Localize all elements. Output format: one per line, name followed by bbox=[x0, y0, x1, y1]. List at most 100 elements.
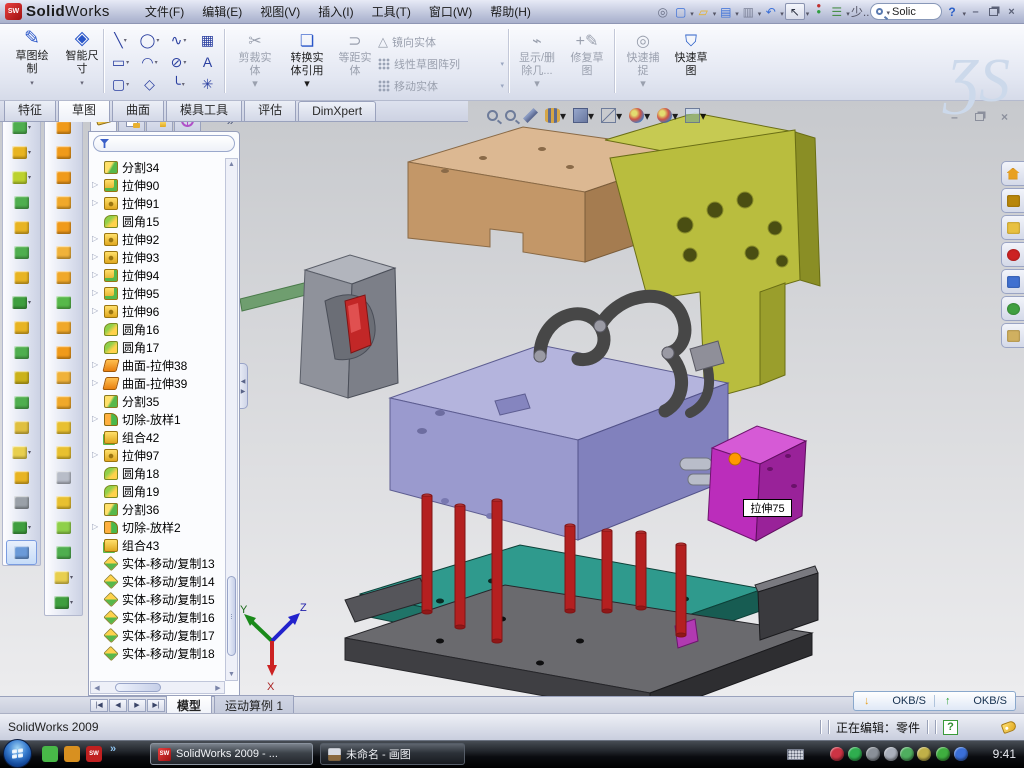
network-speed-widget[interactable]: ↓OKB/S ↑OKB/S bbox=[853, 691, 1016, 711]
menu-item[interactable]: 窗口(W) bbox=[420, 0, 481, 24]
expand-arrow[interactable]: ▷ bbox=[92, 270, 98, 279]
toolbar-button[interactable]: ▾ bbox=[3, 265, 40, 290]
task-button[interactable]: SWSolidWorks 2009 - ... bbox=[150, 743, 313, 765]
commandmanager-tab[interactable]: 模具工具 bbox=[166, 98, 242, 121]
caret[interactable]: ▾ bbox=[156, 37, 159, 44]
caret[interactable]: ▾ bbox=[28, 174, 31, 181]
solidworks-quicklaunch-icon[interactable]: SW bbox=[86, 746, 102, 762]
expand-arrow[interactable]: ▷ bbox=[92, 252, 98, 261]
toolbar-button[interactable]: ▾ bbox=[3, 515, 40, 540]
caret[interactable]: ▾ bbox=[126, 59, 129, 66]
expand-arrow[interactable]: ▷ bbox=[92, 198, 98, 207]
model-3d-view[interactable]: Y Z X bbox=[240, 101, 1024, 696]
display-style-icon[interactable] bbox=[573, 108, 588, 123]
tree-item[interactable]: ▷ 拉伸92 bbox=[91, 230, 225, 248]
scroll-up-arrow[interactable]: ▲ bbox=[226, 159, 237, 170]
toolbar-button[interactable]: ▾ bbox=[45, 140, 82, 165]
quick-launch-chevron[interactable]: » bbox=[110, 743, 116, 755]
tree-item[interactable]: ▷ 圆角16 bbox=[91, 320, 225, 338]
toolbar-button[interactable]: ▾ bbox=[3, 165, 40, 190]
tree-item[interactable]: ▷ 组合43 bbox=[91, 536, 225, 554]
expand-arrow[interactable]: ▷ bbox=[92, 360, 98, 369]
expand-arrow[interactable]: ▷ bbox=[92, 180, 98, 189]
sketch-entity-button[interactable]: ╰▾ bbox=[164, 73, 193, 95]
toolbar-button[interactable]: ▾ bbox=[3, 390, 40, 415]
toolbar-button[interactable]: ▾ bbox=[45, 215, 82, 240]
toolbar-button[interactable]: ▾ bbox=[3, 140, 40, 165]
expand-arrow[interactable]: ▷ bbox=[92, 288, 98, 297]
sketch-entity-button[interactable]: ◠▾ bbox=[135, 51, 164, 73]
expand-arrow[interactable]: ▷ bbox=[92, 378, 98, 387]
caret[interactable]: ▾ bbox=[700, 109, 706, 123]
network-warning-icon[interactable] bbox=[917, 747, 931, 761]
toolbar-button[interactable]: ▾ bbox=[45, 165, 82, 190]
task-pane-tab[interactable] bbox=[1001, 242, 1024, 267]
convert-entities-button[interactable]: ❏ 转换实 体引用▾ bbox=[282, 32, 332, 91]
search-box[interactable]: Solic bbox=[870, 3, 942, 20]
mold-block[interactable] bbox=[390, 296, 728, 540]
menu-item[interactable]: 帮助(H) bbox=[481, 0, 540, 24]
toolbar-button[interactable]: ▾ bbox=[3, 490, 40, 515]
toolbar-button[interactable]: ▾ bbox=[45, 265, 82, 290]
ime-keyboard-icon[interactable] bbox=[787, 749, 804, 760]
close-button[interactable]: × bbox=[1003, 4, 1020, 19]
toolbar-button[interactable]: ▾ bbox=[45, 490, 82, 515]
caret[interactable]: ▾ bbox=[70, 599, 73, 606]
antivirus-icon[interactable] bbox=[936, 747, 950, 761]
toolbar-button[interactable]: ▾ bbox=[3, 315, 40, 340]
security-suite-icon[interactable] bbox=[64, 746, 80, 762]
sketch-entity-button[interactable]: ▭▾ bbox=[106, 51, 135, 73]
tree-item[interactable]: ▷ 实体-移动/复制15 bbox=[91, 590, 225, 608]
motion-nav-button[interactable]: ◀ bbox=[109, 699, 127, 712]
caret[interactable]: ▾ bbox=[182, 81, 185, 88]
toolbar-button[interactable]: ▾ bbox=[45, 365, 82, 390]
security-center-icon[interactable] bbox=[830, 747, 844, 761]
sketch-entity-button[interactable]: ◇▾ bbox=[135, 73, 164, 95]
sketch-entity-button[interactable]: ╲▾ bbox=[106, 29, 135, 51]
start-button[interactable] bbox=[3, 739, 32, 768]
search-value[interactable]: Solic bbox=[892, 6, 916, 18]
toolbar-button[interactable]: ▾ bbox=[45, 315, 82, 340]
cavity-insert[interactable] bbox=[240, 255, 398, 398]
caret[interactable]: ▾ bbox=[588, 109, 594, 123]
tree-item[interactable]: ▷ 拉伸90 bbox=[91, 176, 225, 194]
tree-item[interactable]: ▷ 组合42 bbox=[91, 428, 225, 446]
task-button[interactable]: 未命名 - 画图 bbox=[320, 743, 465, 765]
caret[interactable]: ▾ bbox=[126, 81, 129, 88]
sketch-entity-button[interactable]: ✳▾ bbox=[193, 73, 222, 95]
commandmanager-tab[interactable]: 草图 bbox=[58, 98, 110, 122]
toolbar-button[interactable]: ▾ bbox=[3, 415, 40, 440]
toolbar-button[interactable]: ▾ bbox=[45, 515, 82, 540]
toolbar-button[interactable]: ▾ bbox=[3, 190, 40, 215]
new-document-icon[interactable]: ▢ bbox=[672, 3, 689, 20]
caret[interactable]: ▾ bbox=[183, 59, 186, 66]
side-block[interactable] bbox=[708, 426, 806, 541]
caret[interactable]: ▾ bbox=[28, 124, 31, 131]
tag-icon[interactable] bbox=[1001, 720, 1018, 734]
open-icon[interactable]: ▱ bbox=[695, 3, 712, 20]
task-pane-tab[interactable] bbox=[1001, 269, 1024, 294]
scroll-left-arrow[interactable]: ◀ bbox=[93, 682, 101, 695]
motion-nav-button[interactable]: ▶| bbox=[147, 699, 165, 712]
toolbar-button[interactable]: ▾ bbox=[3, 365, 40, 390]
commandmanager-tab[interactable]: 曲面 bbox=[112, 98, 164, 121]
scene-icon[interactable] bbox=[685, 108, 700, 123]
toolbar-button[interactable]: ▾ bbox=[6, 540, 37, 565]
tree-item[interactable]: ▷ 实体-移动/复制13 bbox=[91, 554, 225, 572]
caret[interactable]: ▾ bbox=[28, 524, 31, 531]
overflow-label[interactable]: 少.. bbox=[851, 3, 870, 20]
tree-item[interactable]: ▷ 拉伸96 bbox=[91, 302, 225, 320]
expand-arrow[interactable]: ▷ bbox=[92, 414, 98, 423]
toolbar-button[interactable]: ▾ bbox=[3, 440, 40, 465]
expand-arrow[interactable]: ▷ bbox=[92, 522, 98, 531]
tree-item[interactable]: ▷ 拉伸97 bbox=[91, 446, 225, 464]
toolbar-button[interactable]: ▾ bbox=[45, 415, 82, 440]
dropdown-caret[interactable] bbox=[734, 5, 739, 19]
menu-item[interactable]: 视图(V) bbox=[251, 0, 309, 24]
menu-item[interactable]: 文件(F) bbox=[136, 0, 193, 24]
blocked-program-icon[interactable] bbox=[866, 747, 880, 761]
caret[interactable]: ▾ bbox=[28, 449, 31, 456]
select-icon[interactable]: ↖ bbox=[785, 3, 805, 20]
toolbar-button[interactable]: ▾ bbox=[3, 290, 40, 315]
help-caret[interactable] bbox=[961, 5, 966, 19]
